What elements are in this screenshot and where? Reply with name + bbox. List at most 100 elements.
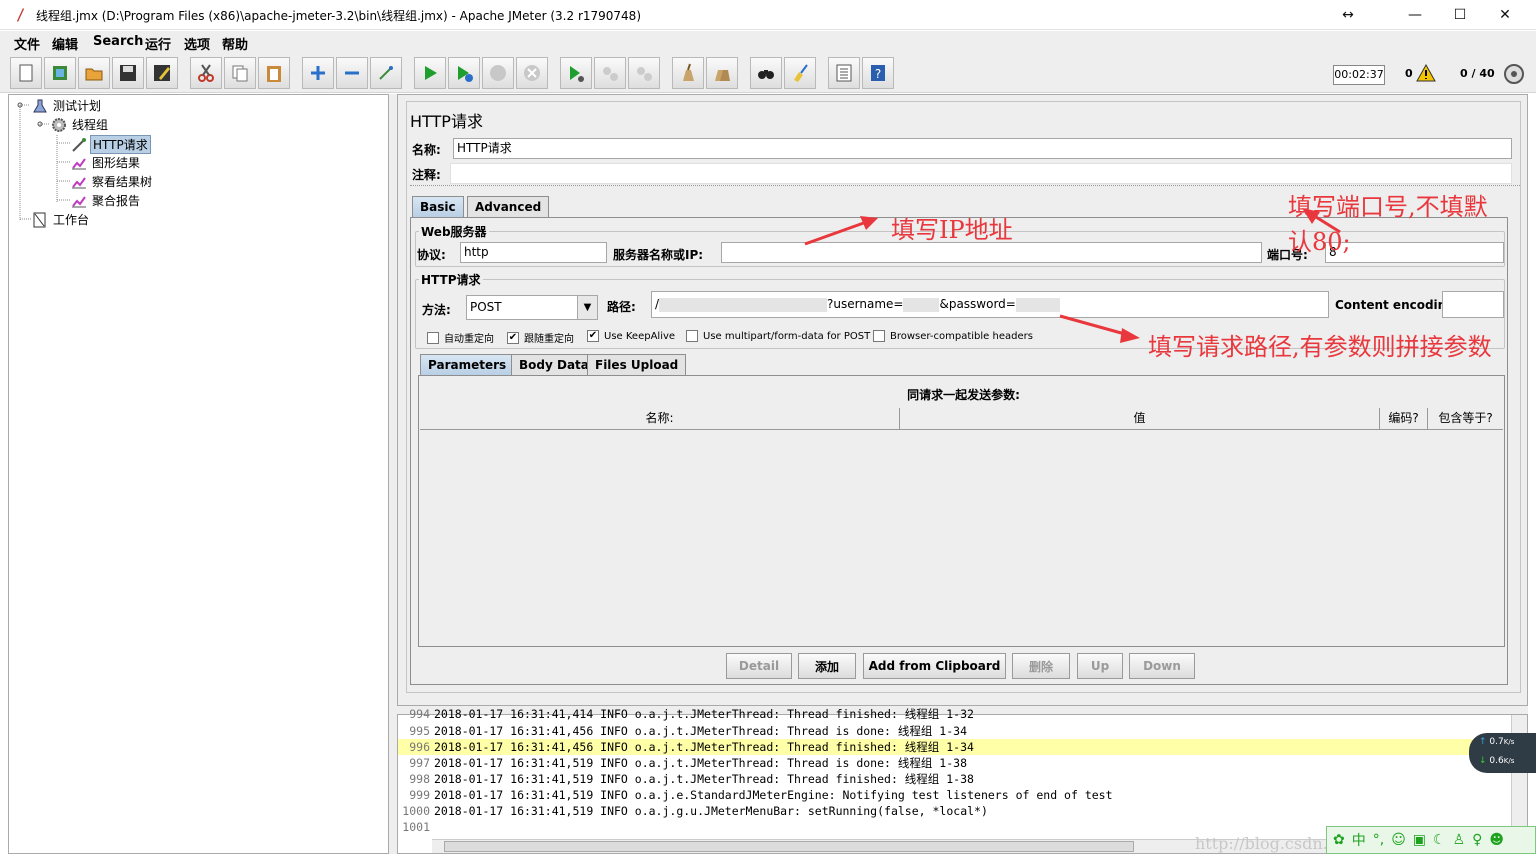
tree-item-workbench[interactable]: 工作台 xyxy=(32,211,91,228)
column-header-value[interactable]: 值 xyxy=(900,408,1380,429)
tree-item-view-results-tree[interactable]: 察看结果树 xyxy=(71,173,154,190)
redacted-path xyxy=(659,297,828,312)
reset-search-button[interactable] xyxy=(784,57,816,89)
delete-button[interactable]: 删除 xyxy=(1012,653,1070,679)
collapse-all-button[interactable] xyxy=(336,57,368,89)
minus-icon xyxy=(345,71,359,75)
search-button[interactable] xyxy=(750,57,782,89)
menu-options[interactable]: 选项 xyxy=(184,34,210,53)
chevron-down-icon[interactable]: ▼ xyxy=(577,296,597,319)
save-edit-icon xyxy=(154,65,170,81)
tree-item-label: HTTP请求 xyxy=(90,135,151,154)
comment-field[interactable] xyxy=(450,163,1512,184)
menu-help[interactable]: 帮助 xyxy=(222,34,248,53)
new-button[interactable] xyxy=(10,57,42,89)
warning-icon[interactable] xyxy=(1416,64,1436,82)
scrollbar-thumb[interactable] xyxy=(444,841,1134,852)
remote-start-button[interactable] xyxy=(560,57,592,89)
menu-file[interactable]: 文件 xyxy=(14,34,40,53)
smile-icon[interactable]: ☻ xyxy=(1489,832,1504,848)
stop-button[interactable] xyxy=(482,57,514,89)
column-header-include-equals[interactable]: 包含等于? xyxy=(1428,408,1503,429)
reset-broom-icon xyxy=(794,64,808,82)
annotation-ip: 填写IP地址 xyxy=(891,216,1013,244)
tree-item-label: 聚合报告 xyxy=(92,194,141,208)
skin-icon[interactable]: ☾ xyxy=(1433,832,1446,848)
tree-item-graph-results[interactable]: 图形结果 xyxy=(71,154,142,171)
start-button[interactable] xyxy=(414,57,446,89)
save-button[interactable] xyxy=(112,57,144,89)
clear-button[interactable] xyxy=(672,57,704,89)
help-button[interactable]: ? xyxy=(862,57,894,89)
gear-icon xyxy=(52,117,66,132)
tree-item-http-request[interactable]: HTTP请求 xyxy=(71,135,151,154)
ime-mode[interactable]: 中 xyxy=(1352,830,1366,850)
menu-search[interactable]: Search xyxy=(93,34,143,49)
tab-advanced[interactable]: Advanced xyxy=(467,196,550,217)
minimize-button[interactable]: — xyxy=(1392,0,1438,30)
follow-redirects-checkbox[interactable]: ✔ 跟随重定向 xyxy=(507,330,574,345)
add-button[interactable]: 添加 xyxy=(798,653,856,679)
paw-icon[interactable]: ✿ xyxy=(1333,832,1345,848)
resize-arrows-icon[interactable]: ↔ xyxy=(1325,0,1371,30)
tab-basic[interactable]: Basic xyxy=(412,196,464,217)
tab-body-data[interactable]: Body Data xyxy=(511,354,597,375)
remote-shutdown-button[interactable] xyxy=(628,57,660,89)
up-button[interactable]: Up xyxy=(1077,653,1123,679)
port-field[interactable]: 8 xyxy=(1325,242,1504,263)
parameters-table-body[interactable] xyxy=(420,430,1503,645)
punctuation-icon[interactable]: °, xyxy=(1373,832,1384,848)
log-line: 999 2018-01-17 16:31:41,519 INFO o.a.j.e.… xyxy=(409,788,1113,802)
server-field[interactable] xyxy=(721,242,1262,263)
save-screen-button[interactable] xyxy=(146,57,178,89)
method-select[interactable]: POST ▼ xyxy=(466,295,598,320)
column-header-encode[interactable]: 编码? xyxy=(1380,408,1428,429)
user-icon[interactable]: ♀ xyxy=(1472,832,1482,848)
protocol-field[interactable]: http xyxy=(460,242,607,263)
clear-all-button[interactable] xyxy=(706,57,738,89)
path-field[interactable]: / ?username= &password= xyxy=(651,291,1329,318)
down-arrow-icon: ↓ xyxy=(1479,756,1487,766)
maximize-button[interactable]: ☐ xyxy=(1437,0,1483,30)
protocol-label: 协议: xyxy=(417,248,446,262)
menu-bar: 文件 编辑 Search 运行 选项 帮助 xyxy=(0,31,1536,53)
tab-parameters[interactable]: Parameters xyxy=(420,354,515,375)
ime-toolbar: ✿ 中 °, ☺ ▣ ☾ ♙ ♀ ☻ xyxy=(1326,826,1536,854)
play-icon xyxy=(425,66,437,80)
menu-edit[interactable]: 编辑 xyxy=(52,34,78,53)
column-header-name[interactable]: 名称: xyxy=(420,408,900,429)
emoji-icon[interactable]: ☺ xyxy=(1391,832,1406,848)
remote-stop-icon xyxy=(603,67,618,81)
tree-item-thread-group[interactable]: 线程组 xyxy=(51,116,110,133)
toggle-button[interactable] xyxy=(370,57,402,89)
auto-redirect-checkbox[interactable]: 自动重定向 xyxy=(427,330,494,345)
shutdown-button[interactable] xyxy=(516,57,548,89)
tree-item-aggregate-report[interactable]: 聚合报告 xyxy=(71,192,142,209)
down-button[interactable]: Down xyxy=(1129,653,1195,679)
tree-item-test-plan[interactable]: 测试计划 xyxy=(32,97,103,114)
expand-all-button[interactable] xyxy=(302,57,334,89)
remote-stop-button[interactable] xyxy=(594,57,626,89)
toolbox-icon[interactable]: ▣ xyxy=(1413,832,1426,848)
copy-button[interactable] xyxy=(224,57,256,89)
menu-run[interactable]: 运行 xyxy=(145,34,171,53)
http-request-group-label: HTTP请求 xyxy=(419,271,483,288)
content-encoding-field[interactable] xyxy=(1442,291,1504,318)
templates-button[interactable] xyxy=(44,57,76,89)
tab-files-upload[interactable]: Files Upload xyxy=(587,354,687,375)
window-title: 线程组.jmx (D:\Program Files (x86)\apache-j… xyxy=(36,9,641,23)
browser-headers-checkbox[interactable]: Browser-compatible headers xyxy=(873,330,1033,342)
keepalive-checkbox[interactable]: ✔ Use KeepAlive xyxy=(587,330,675,342)
open-button[interactable] xyxy=(78,57,110,89)
name-field[interactable]: HTTP请求 xyxy=(453,138,1512,159)
add-from-clipboard-button[interactable]: Add from Clipboard xyxy=(863,653,1006,679)
detail-button[interactable]: Detail xyxy=(726,653,792,679)
vertical-splitter[interactable] xyxy=(389,94,397,854)
start-no-timers-button[interactable] xyxy=(448,57,480,89)
cut-button[interactable] xyxy=(190,57,222,89)
multipart-checkbox[interactable]: Use multipart/form-data for POST xyxy=(686,330,870,342)
close-button[interactable]: ✕ xyxy=(1482,0,1528,30)
paste-button[interactable] xyxy=(258,57,290,89)
shirt-icon[interactable]: ♙ xyxy=(1453,832,1466,848)
function-helper-button[interactable] xyxy=(828,57,860,89)
